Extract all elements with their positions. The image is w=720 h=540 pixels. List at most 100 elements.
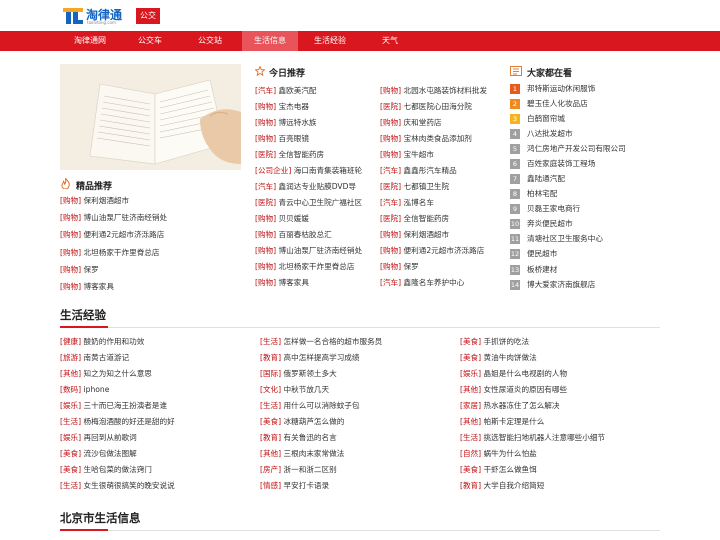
item-tag: 其他	[460, 385, 481, 394]
life-item[interactable]: 生活 怎样做一名合格的超市服务员	[260, 335, 382, 348]
item-tag: 购物	[380, 230, 401, 239]
item-text: 宝牛超市	[403, 150, 434, 159]
life-item[interactable]: 教育 高中怎样提高学习成绩	[260, 351, 359, 364]
today-item[interactable]: 购物 贝贝媛媛	[255, 212, 309, 225]
rank-number: 14	[510, 280, 520, 290]
nav-item-weather[interactable]: 天气	[362, 31, 418, 51]
life-item[interactable]: 家居 热水器冻住了怎么解决	[460, 399, 559, 412]
today-item[interactable]: 公司企业 海口南青集装箱班轮	[255, 164, 362, 177]
life-item[interactable]: 国际 俄罗斯领土多大	[260, 367, 337, 380]
life-item[interactable]: 美食 生哈包菜的做法窍门	[60, 463, 152, 476]
item-text: 便利通2元超市济泺路店	[83, 230, 165, 239]
life-item[interactable]: 美食 冰糖葫芦怎么做的	[260, 415, 344, 428]
item-text: 流沙包做法图解	[83, 449, 137, 458]
life-item[interactable]: 生活 杨梅泡酒酸的好还是甜的好	[60, 415, 175, 428]
today-item[interactable]: 汽车 鑫欧美汽配	[255, 84, 317, 97]
popular-item-name: 邦特斯运动休闲服饰	[527, 84, 596, 93]
today-item[interactable]: 购物 博山油泵厂驻济南经销处	[255, 244, 362, 257]
nav-item-bus[interactable]: 公交车	[122, 31, 178, 51]
life-item[interactable]: 娱乐 三十而已海王扮演者是谁	[60, 399, 167, 412]
featured-item[interactable]: 购物 便利通2元超市济泺路店	[60, 228, 164, 241]
today-item[interactable]: 医院 七都医院心田海分院	[380, 100, 472, 113]
today-item[interactable]: 购物 庆和堂药店	[380, 116, 442, 129]
item-tag: 美食	[260, 417, 281, 426]
item-text: 泓博名车	[403, 198, 434, 207]
item-text: 博山油泵厂驻济南经销处	[278, 246, 363, 255]
site-logo[interactable]: 淘律通 taolvtong.com	[62, 5, 126, 27]
featured-item[interactable]: 购物 保罗	[60, 263, 99, 276]
item-tag: 家居	[460, 401, 481, 410]
life-item[interactable]: 教育 有关鲁迅的名言	[260, 431, 337, 444]
today-item[interactable]: 汽车 泓博名车	[380, 196, 434, 209]
life-item[interactable]: 文化 中秋节放几天	[260, 383, 329, 396]
item-tag: 医院	[380, 214, 401, 223]
featured-item[interactable]: 购物 北坦杨家干炸里脊总店	[60, 246, 159, 259]
life-item[interactable]: 其他 三根肉末家常做法	[260, 447, 344, 460]
today-item[interactable]: 医院 七都镇卫生院	[380, 180, 449, 193]
category-tag[interactable]: 公交	[136, 8, 160, 24]
today-item[interactable]: 购物 宝杰电器	[255, 100, 309, 113]
item-text: 早安打卡语录	[283, 481, 330, 490]
featured-image[interactable]	[60, 64, 241, 170]
today-item[interactable]: 医院 全信智能药房	[255, 148, 324, 161]
life-item[interactable]: 娱乐 晶姐是什么电视剧的人物	[460, 367, 567, 380]
life-item[interactable]: 娱乐 再回到从前歌词	[60, 431, 137, 444]
featured-item[interactable]: 购物 保利烟酒超市	[60, 194, 129, 207]
today-item[interactable]: 购物 博客家具	[255, 276, 309, 289]
item-tag: 医院	[255, 150, 276, 159]
item-tag: 自然	[460, 449, 481, 458]
nav-item-life-info[interactable]: 生活信息	[242, 31, 298, 51]
today-item[interactable]: 购物 便利通2元超市济泺路店	[380, 244, 484, 257]
life-item[interactable]: 自然 蜗牛为什么怕盐	[460, 447, 537, 460]
today-item[interactable]: 汽车 鑫鑫彤汽车精品	[380, 164, 457, 177]
today-item[interactable]: 购物 百亮眼镜	[255, 132, 309, 145]
item-tag: 其他	[60, 369, 81, 378]
item-text: 保罗	[83, 265, 99, 274]
today-item[interactable]: 购物 宝牛超市	[380, 148, 434, 161]
featured-item[interactable]: 购物 博客家具	[60, 280, 114, 293]
item-text: 挑选智能扫地机器人注意哪些小细节	[483, 433, 606, 442]
life-item[interactable]: 其他 知之为知之什么意思	[60, 367, 152, 380]
life-item[interactable]: 生活 挑选智能扫地机器人注意哪些小细节	[460, 431, 605, 444]
life-item[interactable]: 房产 浙一和浙二区别	[260, 463, 337, 476]
nav-item-life-experience[interactable]: 生活经验	[302, 31, 358, 51]
life-item[interactable]: 其他 帕斯卡定理是什么	[460, 415, 544, 428]
item-tag: 文化	[260, 385, 281, 394]
item-text: 七都医院心田海分院	[403, 102, 472, 111]
popular-item-name: 白鹤窗帘城	[527, 114, 565, 123]
life-item[interactable]: 数码 iphone	[60, 383, 109, 396]
today-item[interactable]: 购物 保罗	[380, 260, 419, 273]
life-item[interactable]: 旅游 南黄古道游记	[60, 351, 129, 364]
item-tag: 美食	[460, 353, 481, 362]
today-item[interactable]: 购物 宝林肉类食品添加剂	[380, 132, 472, 145]
life-item[interactable]: 生活 用什么可以消除蚊子包	[260, 399, 359, 412]
today-item[interactable]: 购物 博远特水族	[255, 116, 317, 129]
life-item[interactable]: 美食 干虾怎么做鱼饵	[460, 463, 537, 476]
today-item[interactable]: 购物 百丽春枯胶总汇	[255, 228, 332, 241]
today-item[interactable]: 购物 北坦杨家干炸里脊总店	[255, 260, 354, 273]
life-item[interactable]: 生活 女生很萌很搞笑的晚安说说	[60, 479, 175, 492]
nav-item-bus-station[interactable]: 公交站	[182, 31, 238, 51]
today-item[interactable]: 医院 青云中心卫生院广福社区	[255, 196, 362, 209]
today-item[interactable]: 汽车 鑫隆名车养护中心	[380, 276, 464, 289]
today-item[interactable]: 汽车 鑫润达专业贴膜DVD导	[255, 180, 356, 193]
today-item[interactable]: 购物 保利烟酒超市	[380, 228, 449, 241]
featured-item[interactable]: 购物 博山油泵厂驻济南经销处	[60, 211, 167, 224]
item-tag: 数码	[60, 385, 81, 394]
life-item[interactable]: 教育 大学自我介绍简短	[460, 479, 544, 492]
life-item[interactable]: 健康 酸奶的作用和功效	[60, 335, 144, 348]
nav-item-home[interactable]: 淘律通网	[62, 31, 118, 51]
life-item[interactable]: 美食 流沙包做法图解	[60, 447, 137, 460]
item-text: 女性尿道炎的原因有哪些	[483, 385, 568, 394]
life-item[interactable]: 其他 女性尿道炎的原因有哪些	[460, 383, 567, 396]
popular-item-name: 清塘社区卫生服务中心	[527, 234, 603, 243]
item-tag: 购物	[255, 118, 276, 127]
item-text: 七都镇卫生院	[403, 182, 450, 191]
life-item[interactable]: 美食 黄油牛肉饼做法	[460, 351, 537, 364]
life-item[interactable]: 美食 手抓饼的吃法	[460, 335, 529, 348]
popular-item-name: 奔炎便民超市	[527, 219, 573, 228]
life-item[interactable]: 情感 早安打卡语录	[260, 479, 329, 492]
today-item[interactable]: 医院 全信智能药房	[380, 212, 449, 225]
today-item[interactable]: 购物 北园水屯路装饰材料批发	[380, 84, 487, 97]
site-header: 淘律通 taolvtong.com 公交	[0, 0, 720, 31]
